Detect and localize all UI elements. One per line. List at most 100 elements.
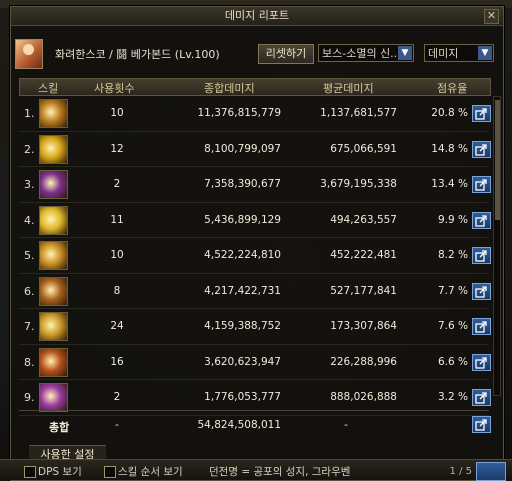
- col-total: 종합데미지: [204, 82, 255, 95]
- table-row: 6. 8 4,217,422,731 527,177,841 7.7 %: [19, 274, 491, 309]
- dps-view-checkbox[interactable]: [24, 466, 36, 478]
- total-row: 총합 - 54,824,508,011 -: [19, 410, 491, 439]
- skill-rank: 3.: [24, 178, 35, 191]
- share-row-button[interactable]: [472, 176, 491, 193]
- skill-use-count: 24: [110, 320, 124, 332]
- scroll-thumb[interactable]: [495, 100, 500, 220]
- chevron-down-icon: ▼: [398, 46, 412, 60]
- skill-total-damage: 8,100,799,097: [204, 142, 281, 155]
- skill-average-damage: 675,066,591: [330, 142, 397, 155]
- skill-share: 7.7 %: [437, 284, 468, 297]
- table-row: 3. 2 7,358,390,677 3,679,195,338 13.4 %: [19, 167, 491, 203]
- skill-total-damage: 1,776,053,777: [204, 391, 281, 403]
- skill-rank: 2.: [24, 142, 35, 156]
- share-icon: [475, 392, 487, 404]
- skill-rank: 6.: [24, 284, 35, 298]
- share-row-button[interactable]: [472, 282, 491, 300]
- skill-share: 14.8 %: [431, 142, 468, 155]
- skill-icon: [39, 134, 68, 164]
- skill-icon: [39, 205, 68, 235]
- share-row-button[interactable]: [472, 140, 491, 158]
- skill-order-label: 스킬 순서 보기: [118, 466, 183, 478]
- total-label: 총합: [49, 421, 70, 434]
- damage-type-select[interactable]: 데미지 ▼: [424, 44, 494, 62]
- skill-share: 7.6 %: [437, 320, 468, 332]
- skill-icon: [39, 383, 68, 412]
- next-page-button[interactable]: [476, 462, 506, 481]
- skill-share: 6.6 %: [437, 355, 468, 368]
- skill-icon: [39, 170, 68, 199]
- dungeon-name: 던전명 = 공포의 성지, 그라우벤: [209, 466, 351, 478]
- damage-report-window: 데미지 리포트 ✕ 화려한스코 / 鬪 베가본드 (Lv.100) 리셋하기 보…: [10, 6, 504, 481]
- bottom-bar: DPS 보기 스킬 순서 보기 던전명 = 공포의 성지, 그라우벤 1 / 5: [0, 459, 512, 481]
- table-row: 8. 16 3,620,623,947 226,288,996 6.6 %: [19, 345, 491, 380]
- share-icon: [475, 356, 487, 369]
- skill-rank: 8.: [24, 355, 35, 369]
- share-row-button[interactable]: [472, 105, 491, 122]
- skill-icon: [39, 312, 68, 341]
- skill-total-damage: 3,620,623,947: [204, 355, 281, 368]
- share-row-button[interactable]: [472, 211, 491, 229]
- skill-share: 13.4 %: [431, 178, 468, 190]
- skill-rank: 9.: [24, 391, 35, 404]
- dps-view-label: DPS 보기: [38, 466, 82, 478]
- skill-use-count: 2: [113, 178, 121, 190]
- skill-average-damage: 3,679,195,338: [320, 178, 397, 190]
- table-row: 1. 10 11,376,815,779 1,137,681,577 20.8 …: [19, 96, 491, 132]
- table-row: 2. 12 8,100,799,097 675,066,591 14.8 %: [19, 132, 491, 167]
- share-row-button[interactable]: [472, 318, 491, 335]
- skill-share: 8.2 %: [437, 249, 468, 261]
- share-row-button[interactable]: [472, 353, 491, 371]
- skill-rank: 7.: [24, 320, 35, 333]
- skill-use-count: 8: [113, 284, 121, 297]
- page-indicator: 1 / 5: [449, 466, 472, 477]
- share-icon: [475, 419, 487, 431]
- skill-use-count: 12: [110, 142, 124, 155]
- share-row-button[interactable]: [472, 389, 491, 406]
- character-name: 화려한스코 / 鬪 베가본드 (Lv.100): [55, 48, 220, 61]
- skill-average-damage: 888,026,888: [330, 391, 397, 403]
- table-row: 5. 10 4,522,224,810 452,222,481 8.2 %: [19, 238, 491, 274]
- skill-use-count: 10: [110, 107, 124, 119]
- share-row-button[interactable]: [472, 247, 491, 264]
- skill-icon: [39, 99, 68, 128]
- boss-select[interactable]: 보스-소멸의 신... ▼: [318, 44, 414, 62]
- table-header: 스킬 사용횟수 종합데미지 평균데미지 점유율: [19, 78, 491, 96]
- table-row: 4. 11 5,436,899,129 494,263,557 9.9 %: [19, 203, 491, 238]
- boss-select-value: 보스-소멸의 신...: [322, 47, 401, 60]
- window-title: 데미지 리포트: [11, 7, 503, 26]
- skill-share: 3.2 %: [437, 391, 468, 403]
- skill-average-damage: 1,137,681,577: [320, 107, 397, 119]
- skill-use-count: 10: [110, 249, 124, 261]
- close-button[interactable]: ✕: [484, 9, 499, 24]
- skill-icon: [39, 276, 68, 306]
- table-row: 7. 24 4,159,388,752 173,307,864 7.6 %: [19, 309, 491, 345]
- skill-average-damage: 226,288,996: [330, 355, 397, 368]
- skill-average-damage: 527,177,841: [330, 284, 397, 297]
- share-icon: [475, 250, 487, 262]
- reset-button[interactable]: 리셋하기: [258, 44, 314, 64]
- skill-rank: 4.: [24, 213, 35, 227]
- skill-total-damage: 11,376,815,779: [197, 107, 282, 119]
- share-icon: [475, 214, 487, 227]
- damage-type-value: 데미지: [428, 47, 459, 60]
- skill-share: 9.9 %: [437, 213, 468, 226]
- col-avg: 평균데미지: [323, 82, 374, 95]
- skill-average-damage: 173,307,864: [330, 320, 397, 332]
- skill-order-checkbox[interactable]: [104, 466, 116, 478]
- total-damage: 54,824,508,011: [197, 419, 282, 431]
- skill-average-damage: 452,222,481: [330, 249, 397, 261]
- skill-use-count: 2: [113, 391, 121, 403]
- skill-total-damage: 7,358,390,677: [204, 178, 281, 190]
- skill-icon: [39, 347, 68, 377]
- skill-rank: 5.: [24, 249, 35, 262]
- share-total-button[interactable]: [472, 416, 491, 433]
- table-scrollbar[interactable]: [493, 96, 501, 396]
- col-count: 사용횟수: [94, 82, 135, 95]
- skill-average-damage: 494,263,557: [330, 213, 397, 226]
- share-icon: [475, 108, 487, 120]
- share-icon: [475, 285, 487, 298]
- character-avatar: [15, 39, 43, 69]
- skill-share: 20.8 %: [431, 107, 468, 119]
- total-avg: -: [344, 419, 348, 431]
